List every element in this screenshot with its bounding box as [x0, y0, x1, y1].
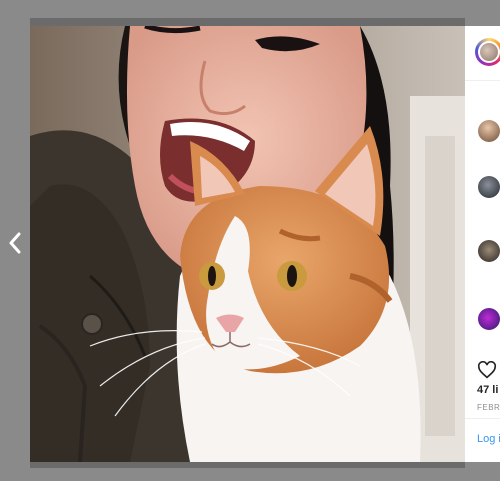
login-link[interactable]: Log i — [477, 433, 500, 445]
previous-post-button[interactable] — [4, 228, 26, 258]
comment-avatar[interactable] — [478, 240, 500, 262]
background-feed-strip-bottom — [30, 462, 465, 468]
chevron-left-icon — [9, 232, 21, 254]
like-button[interactable] — [477, 360, 497, 384]
heart-outline-icon — [477, 360, 497, 379]
photo-woman-with-cat — [30, 26, 465, 462]
likes-count[interactable]: 47 li — [477, 384, 498, 396]
login-bar: Log i — [465, 418, 500, 462]
author-avatar[interactable] — [475, 38, 500, 66]
background-feed-strip — [30, 18, 465, 26]
comment-avatar[interactable] — [478, 120, 500, 142]
post-photo[interactable] — [30, 26, 465, 462]
comment-avatar[interactable] — [478, 308, 500, 330]
post-date: FEBR — [477, 403, 500, 412]
post-header — [465, 26, 500, 81]
comment-avatar[interactable] — [478, 176, 500, 198]
post-side-panel: 47 li FEBR Log i — [465, 26, 500, 462]
